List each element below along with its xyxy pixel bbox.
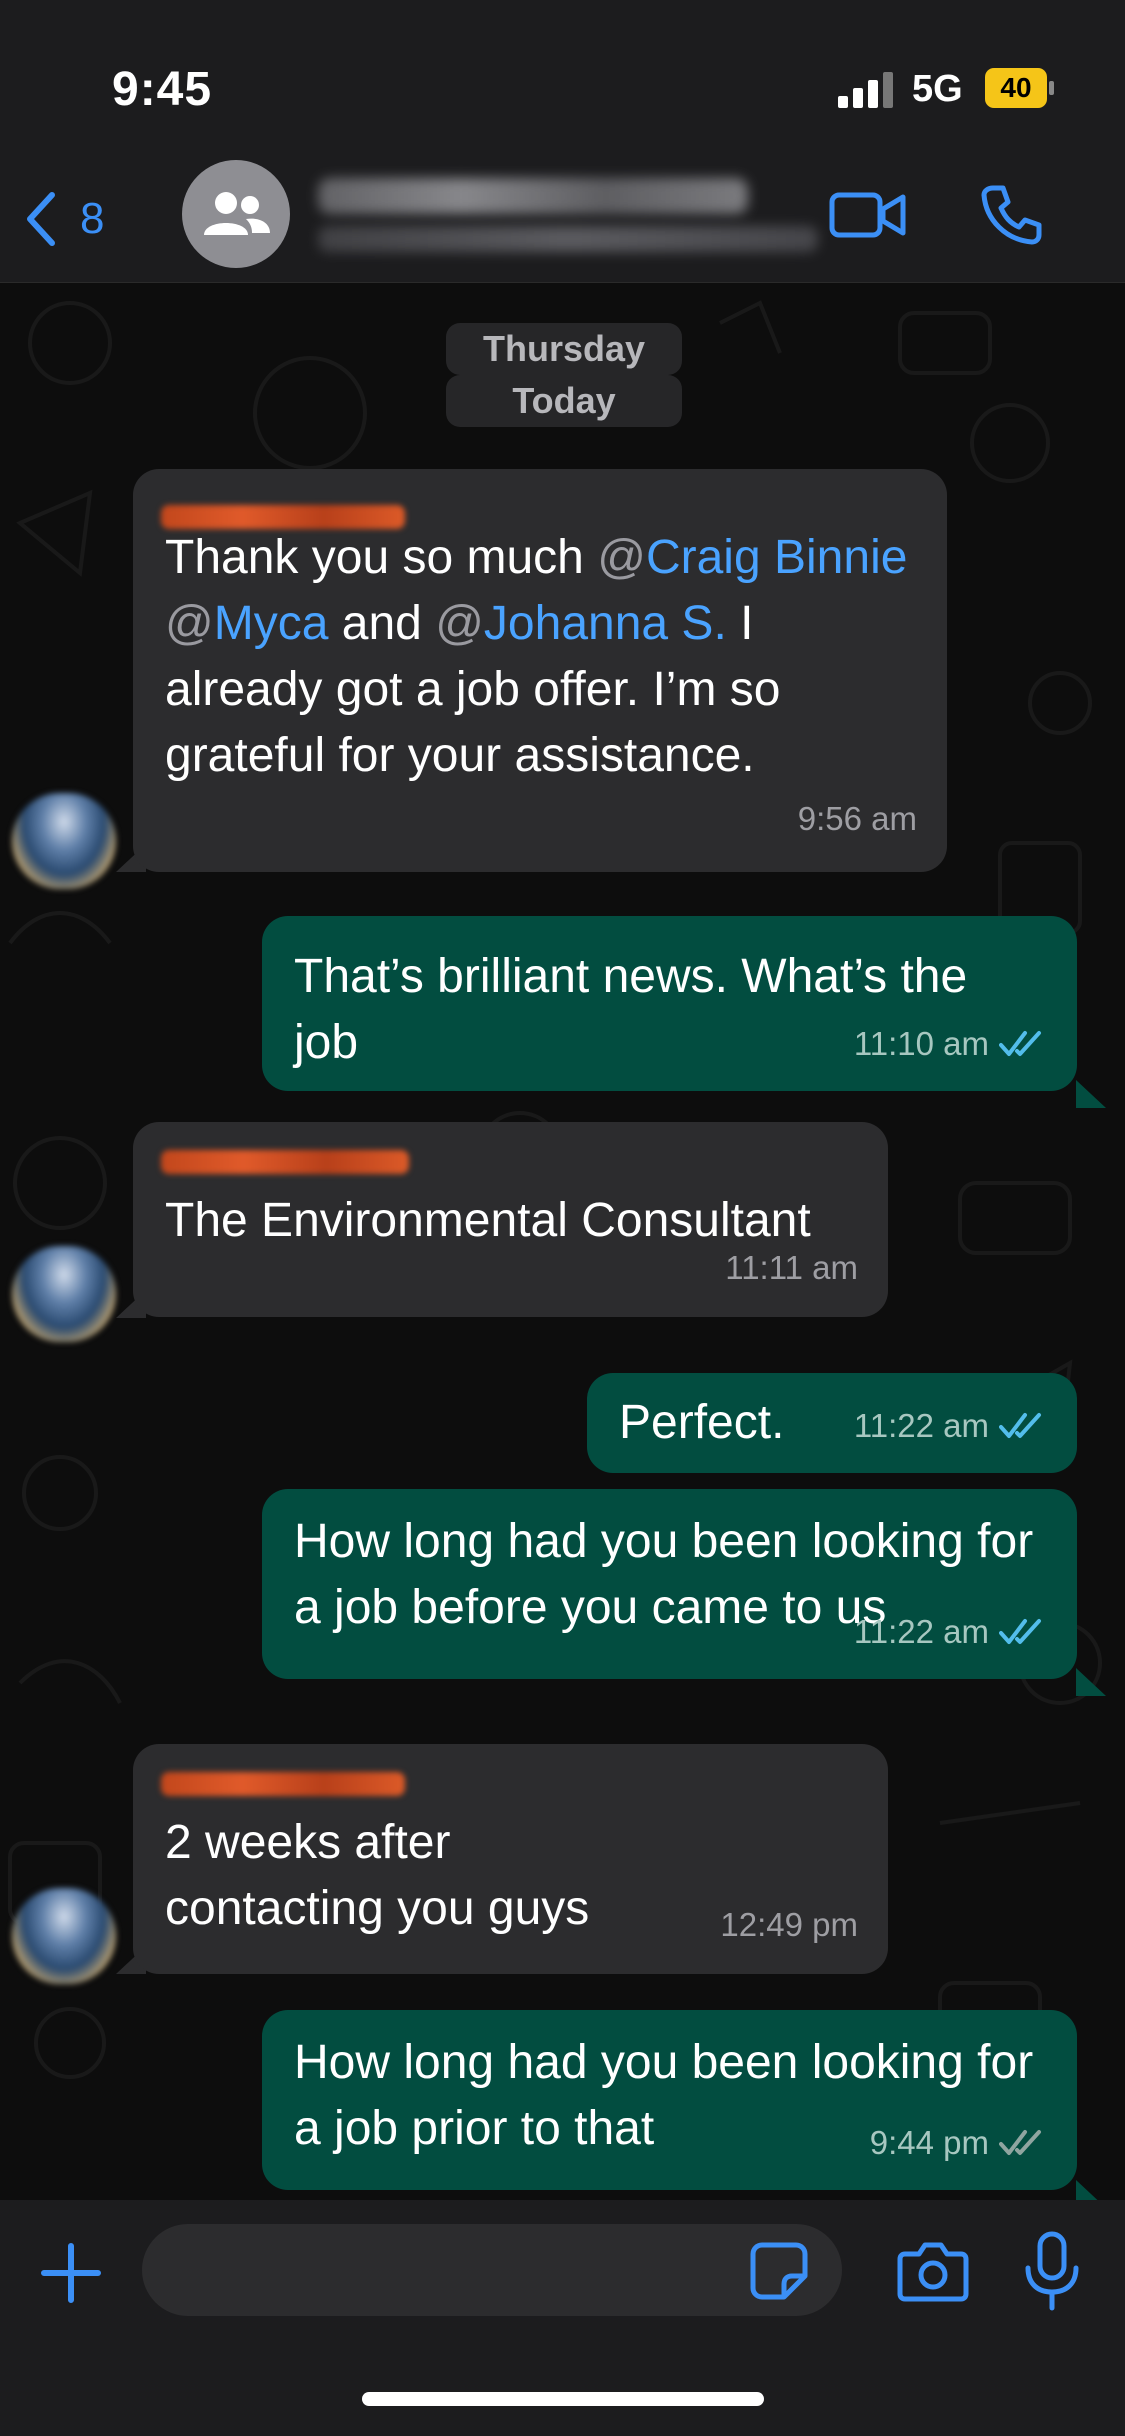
message-bubble-incoming[interactable]: The Environmental Consultant 11:11 am (133, 1122, 888, 1317)
message-timestamp: 9:44 pm (870, 2110, 1047, 2176)
message-input[interactable] (142, 2224, 842, 2316)
message-text: Thank you so much @Craig Binnie @Myca an… (165, 531, 908, 782)
plus-icon (41, 2243, 101, 2303)
message-timestamp: 12:49 pm (720, 1906, 858, 1943)
home-indicator[interactable] (362, 2392, 764, 2406)
status-bar: 9:45 5G 40 (0, 0, 1125, 160)
date-chip-today: Today (446, 375, 682, 427)
sender-avatar[interactable] (12, 793, 116, 889)
group-avatar[interactable] (182, 160, 290, 268)
message-timestamp: 11:10 am (854, 1011, 1047, 1077)
back-button[interactable]: 8 (22, 184, 104, 254)
camera-button[interactable] (897, 2238, 969, 2304)
chat-header: 8 (0, 160, 1125, 283)
message-timestamp: 11:22 am (854, 1599, 1047, 1665)
battery-level: 40 (985, 68, 1047, 108)
message-timestamp: 9:56 am (797, 800, 917, 837)
date-chip-thursday: Thursday (446, 323, 682, 375)
double-check-icon (999, 1413, 1041, 1438)
chevron-left-icon (27, 192, 55, 246)
message-bubble-incoming[interactable]: Thank you so much @Craig Binnie @Myca an… (133, 469, 947, 872)
whatsapp-chat-screen: 9:45 5G 40 8 Thursday Today Thank you so… (0, 0, 1125, 2436)
sticker-button[interactable] (748, 2240, 810, 2302)
message-bubble-outgoing[interactable]: How long had you been looking for a job … (262, 2010, 1077, 2190)
microphone-icon (1025, 2231, 1079, 2311)
status-time: 9:45 (112, 63, 213, 116)
message-text: 2 weeks after contacting you guys (165, 1816, 590, 1935)
message-timestamp: 11:22 am (854, 1393, 1047, 1459)
sender-name-redacted (161, 1150, 409, 1174)
group-members-redacted (318, 226, 818, 252)
message-bubble-outgoing[interactable]: That’s brilliant news. What’s the job 11… (262, 916, 1077, 1091)
attach-button[interactable] (36, 2238, 106, 2308)
battery-icon: 40 (985, 68, 1055, 108)
message-bubble-outgoing[interactable]: How long had you been looking for a job … (262, 1489, 1077, 1679)
voice-call-button[interactable] (976, 180, 1046, 250)
mention-link[interactable]: Myca (214, 597, 329, 650)
message-list[interactable]: Thursday Today Thank you so much @Craig … (0, 283, 1125, 2200)
mention-link[interactable]: Johanna S. (484, 597, 727, 650)
camera-icon (897, 2242, 969, 2302)
sticker-icon (750, 2242, 808, 2300)
network-type: 5G (912, 68, 963, 110)
double-check-icon (999, 1619, 1041, 1644)
phone-icon (981, 185, 1042, 245)
message-bubble-outgoing[interactable]: Perfect. 11:22 am (587, 1373, 1077, 1473)
group-name-redacted[interactable] (318, 178, 748, 214)
sender-avatar[interactable] (12, 1888, 116, 1984)
unread-chats-count: 8 (80, 194, 105, 243)
voice-message-button[interactable] (1022, 2230, 1082, 2314)
video-call-button[interactable] (828, 180, 908, 250)
double-check-icon (999, 2130, 1041, 2155)
message-bubble-incoming[interactable]: 2 weeks after contacting you guys 12:49 … (133, 1744, 888, 1974)
sender-avatar[interactable] (12, 1246, 116, 1342)
group-icon (204, 192, 270, 235)
message-composer (0, 2200, 1125, 2436)
video-call-icon (829, 192, 906, 238)
message-timestamp: 11:11 am (725, 1249, 858, 1286)
sender-name-redacted (161, 1772, 405, 1796)
signal-icon (838, 72, 898, 108)
double-check-icon (999, 1031, 1041, 1056)
mention-link[interactable]: Craig Binnie (646, 531, 907, 584)
